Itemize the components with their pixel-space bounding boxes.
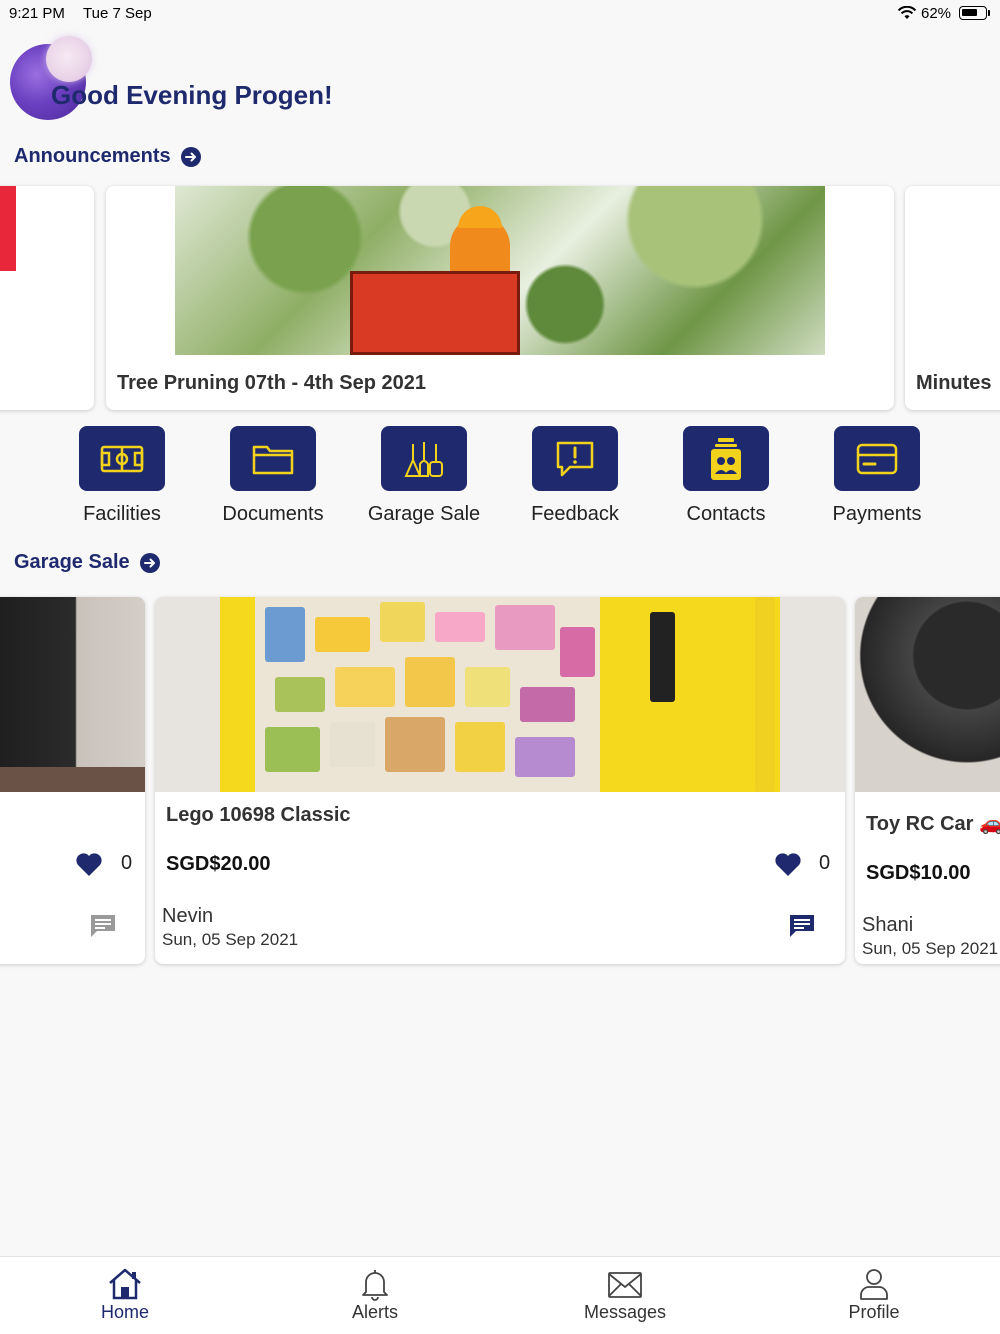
bottom-tab-bar: Home Alerts Messages Profile xyxy=(0,1256,1000,1334)
quick-action-payments[interactable]: Payments xyxy=(807,426,947,526)
tab-home[interactable]: Home xyxy=(50,1267,200,1323)
announcement-card-next[interactable]: Minutes xyxy=(905,186,1000,410)
like-count: 0 xyxy=(819,852,831,874)
announcement-card[interactable]: Tree Pruning 07th - 4th Sep 2021 xyxy=(106,186,894,410)
facilities-button[interactable] xyxy=(79,426,165,491)
announcements-header[interactable]: Announcements xyxy=(14,145,201,168)
announcement-image xyxy=(0,186,16,271)
announcements-title[interactable]: Announcements xyxy=(14,145,171,168)
person-icon xyxy=(860,1269,888,1300)
contacts-label[interactable]: Contacts xyxy=(656,503,796,526)
announcement-image xyxy=(175,186,825,355)
stadium-icon xyxy=(100,445,144,472)
sale-item-price: SGD$20.00 xyxy=(166,853,271,875)
quick-action-facilities[interactable]: Facilities xyxy=(52,426,192,526)
tab-profile[interactable]: Profile xyxy=(799,1267,949,1323)
home-icon xyxy=(109,1268,141,1300)
sale-item-title: Lego 10698 Classic xyxy=(166,804,351,826)
facilities-label[interactable]: Facilities xyxy=(52,503,192,526)
quick-action-documents[interactable]: Documents xyxy=(203,426,343,526)
chat-icon[interactable] xyxy=(89,913,117,939)
payments-label[interactable]: Payments xyxy=(807,503,947,526)
arrow-right-icon[interactable] xyxy=(139,552,160,573)
status-date: Tue 7 Sep xyxy=(83,5,152,22)
garage-sale-title[interactable]: Garage Sale xyxy=(14,551,130,574)
sale-item-title: Toy RC Car 🚗 xyxy=(866,813,1000,835)
sale-card-prev[interactable]: 0 xyxy=(0,597,145,964)
tab-messages[interactable]: Messages xyxy=(550,1267,700,1323)
quick-action-garage-sale[interactable]: Garage Sale xyxy=(354,426,494,526)
chat-icon[interactable] xyxy=(788,913,816,939)
wifi-icon xyxy=(897,6,917,19)
seller-name: Shani xyxy=(862,914,914,936)
quick-action-feedback[interactable]: Feedback xyxy=(505,426,645,526)
tab-home-label[interactable]: Home xyxy=(50,1302,200,1323)
quick-action-contacts[interactable]: Contacts xyxy=(656,426,796,526)
garage-sale-icon xyxy=(404,441,443,477)
garage-sale-label[interactable]: Garage Sale xyxy=(354,503,494,526)
listing-date: Sun, 05 Sep 2021 xyxy=(862,939,999,958)
status-bar: 9:21 PM Tue 7 Sep 62% xyxy=(0,0,1000,28)
documents-button[interactable] xyxy=(230,426,316,491)
contacts-icon xyxy=(711,437,741,480)
tab-alerts[interactable]: Alerts xyxy=(300,1267,450,1323)
sale-item-price: SGD$10.00 xyxy=(866,862,971,884)
battery-tip xyxy=(988,10,990,16)
bell-icon xyxy=(362,1270,388,1301)
helmet-shape xyxy=(458,206,502,228)
greeting-text: Good Evening Progen! xyxy=(51,80,333,110)
like-count: 0 xyxy=(121,852,133,874)
announcement-title: Tree Pruning 07th - 4th Sep 2021 xyxy=(117,372,426,394)
sale-item-image xyxy=(855,597,1000,792)
garage-sale-button[interactable] xyxy=(381,426,467,491)
tab-alerts-label[interactable]: Alerts xyxy=(300,1302,450,1323)
sale-card[interactable]: Lego 10698 Classic SGD$20.00 0 Nevin Sun… xyxy=(155,597,845,964)
arrow-right-icon[interactable] xyxy=(180,146,201,167)
announcement-title: Minutes xyxy=(916,372,992,394)
sale-card-next[interactable]: Toy RC Car 🚗 SGD$10.00 Shani Sun, 05 Sep… xyxy=(855,597,1000,964)
sale-item-image xyxy=(0,597,145,792)
moon-icon xyxy=(46,36,92,82)
folder-icon xyxy=(252,445,294,474)
status-time: 9:21 PM xyxy=(9,5,65,22)
documents-label[interactable]: Documents xyxy=(203,503,343,526)
contacts-button[interactable] xyxy=(683,426,769,491)
payments-button[interactable] xyxy=(834,426,920,491)
bucket-lift-shape xyxy=(350,271,520,355)
listing-date: Sun, 05 Sep 2021 xyxy=(162,930,299,949)
envelope-icon xyxy=(608,1272,642,1298)
tab-profile-label[interactable]: Profile xyxy=(799,1302,949,1323)
seller-name: Nevin xyxy=(162,905,214,927)
sale-item-image xyxy=(155,597,845,792)
tab-messages-label[interactable]: Messages xyxy=(550,1302,700,1323)
garage-sale-header[interactable]: Garage Sale xyxy=(14,551,160,574)
feedback-label[interactable]: Feedback xyxy=(505,503,645,526)
battery-icon xyxy=(959,6,987,20)
feedback-icon xyxy=(556,441,594,476)
heart-icon[interactable] xyxy=(774,851,802,877)
announcement-card-prev[interactable] xyxy=(0,186,94,410)
heart-icon[interactable] xyxy=(75,851,103,877)
battery-percent: 62% xyxy=(921,5,952,22)
feedback-button[interactable] xyxy=(532,426,618,491)
credit-card-icon xyxy=(856,443,898,474)
